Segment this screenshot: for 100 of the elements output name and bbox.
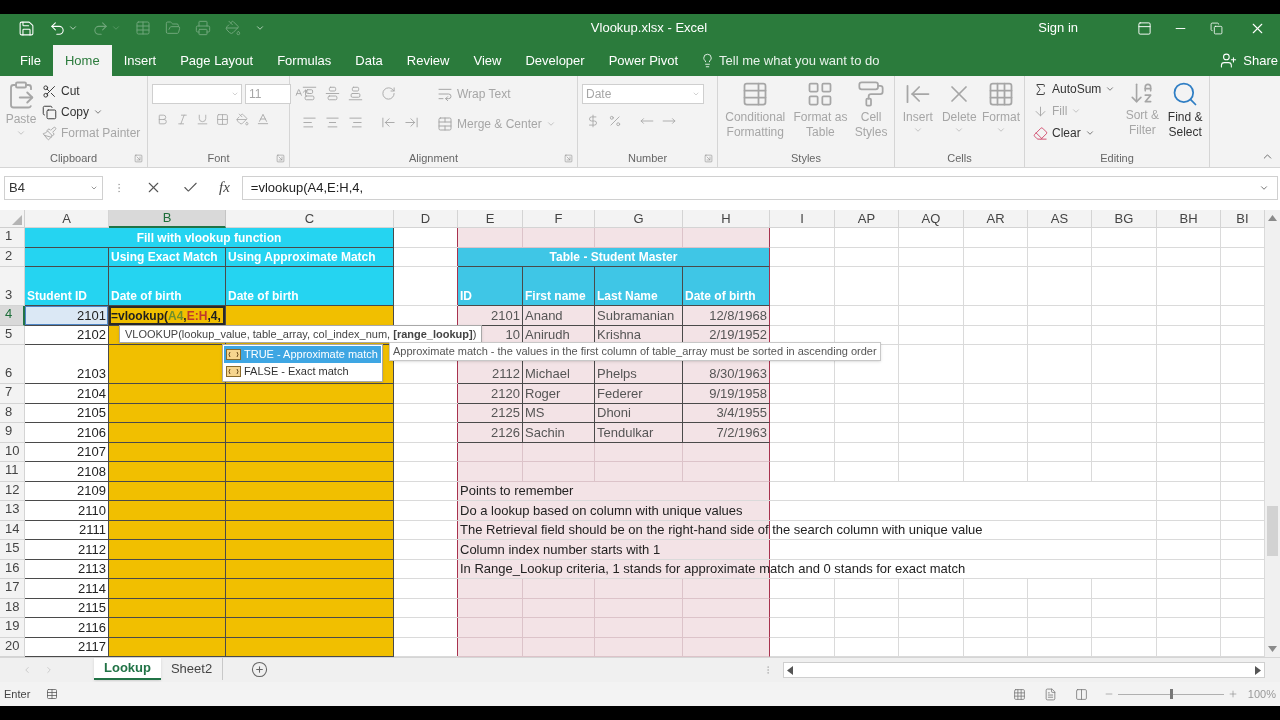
autosum-button[interactable]: AutoSum (1033, 80, 1116, 98)
column-header[interactable]: AR (964, 210, 1028, 228)
row-header[interactable]: 9 (0, 423, 25, 443)
name-box[interactable]: B4 (4, 175, 103, 200)
scissors-icon[interactable] (42, 83, 57, 99)
ribbon-tab[interactable]: Page Layout (168, 45, 266, 76)
caret-icon[interactable] (692, 90, 700, 98)
column-header[interactable]: H (683, 210, 770, 228)
currency-icon[interactable] (586, 114, 600, 128)
ribbon-tab[interactable]: View (461, 45, 514, 76)
share-button[interactable]: Share (1220, 45, 1280, 76)
ribbon-tab[interactable]: Power Pivot (596, 45, 691, 76)
percent-icon[interactable] (608, 114, 622, 128)
paint-bucket-icon[interactable] (225, 20, 241, 36)
scroll-left-icon[interactable] (787, 665, 793, 675)
cell-styles-icon[interactable] (857, 80, 886, 108)
clear-button[interactable]: Clear (1033, 124, 1116, 142)
zoom-slider[interactable] (1117, 689, 1224, 699)
column-header[interactable]: F (523, 210, 595, 228)
save-icon[interactable] (18, 19, 35, 37)
column-header[interactable]: G (595, 210, 683, 228)
align-bottom-icon[interactable] (348, 86, 363, 101)
caret-icon[interactable] (93, 107, 103, 117)
scroll-up-icon[interactable] (1268, 215, 1277, 221)
column-header[interactable]: D (394, 210, 458, 228)
font-color-icon[interactable] (256, 112, 270, 126)
align-left-icon[interactable] (302, 115, 317, 130)
ribbon-tab[interactable]: Insert (111, 45, 169, 76)
scroll-thumb[interactable] (1267, 506, 1278, 556)
add-sheet-icon[interactable] (251, 661, 269, 678)
column-header[interactable]: A (25, 210, 109, 228)
align-top-icon[interactable] (302, 86, 317, 101)
caret-icon[interactable] (954, 125, 965, 135)
row-header[interactable]: 6 (0, 345, 25, 384)
caret-icon[interactable] (912, 125, 923, 135)
borders-icon[interactable] (216, 112, 229, 126)
font-name-field[interactable] (152, 84, 242, 104)
scroll-down-icon[interactable] (1268, 646, 1277, 652)
caret-icon[interactable] (995, 125, 1006, 135)
row-header[interactable]: 19 (0, 618, 25, 638)
merge-icon[interactable] (437, 116, 453, 132)
caret-icon[interactable] (1084, 128, 1095, 138)
undo-icon[interactable] (49, 19, 66, 37)
column-header[interactable]: BG (1092, 210, 1157, 228)
caret-icon[interactable] (111, 23, 121, 33)
increase-indent-icon[interactable] (404, 115, 419, 130)
dialog-launcher-icon[interactable] (134, 154, 143, 163)
sigma-icon[interactable] (1033, 81, 1048, 97)
column-header[interactable]: E (458, 210, 523, 228)
ribbon-tab[interactable]: Review (394, 45, 462, 76)
cell-editor[interactable]: =vlookup(A4,E:H,4, (109, 306, 226, 326)
column-header[interactable]: I (770, 210, 835, 228)
caret-icon[interactable] (1105, 84, 1116, 94)
caret-icon[interactable] (255, 23, 265, 33)
fill-color-icon[interactable] (236, 112, 249, 126)
ribbon-tab[interactable]: Data (343, 45, 395, 76)
row-header[interactable]: 3 (0, 267, 25, 306)
copy-button[interactable]: Copy (42, 103, 141, 121)
redo-icon[interactable] (92, 19, 109, 37)
dialog-launcher-icon[interactable] (564, 154, 573, 163)
align-center-icon[interactable] (325, 115, 340, 130)
cut-button[interactable]: Cut (42, 82, 141, 100)
person-add-icon[interactable] (1220, 52, 1238, 69)
normal-view-icon[interactable] (1012, 687, 1026, 701)
restore-icon[interactable] (1209, 21, 1223, 35)
decrease-indent-icon[interactable] (381, 115, 396, 130)
ribbon-tab[interactable]: Home (52, 45, 112, 76)
column-header[interactable]: AS (1028, 210, 1092, 228)
eraser-icon[interactable] (1033, 125, 1048, 141)
spreadsheet-icon[interactable] (135, 20, 151, 36)
column-header[interactable]: B (109, 210, 226, 228)
column-header[interactable]: AQ (899, 210, 964, 228)
sheet-tab[interactable]: Lookup (94, 658, 161, 680)
orientation-icon[interactable] (381, 86, 396, 101)
zoom-thumb[interactable] (1169, 689, 1173, 699)
ribbon-tab[interactable]: Formulas (265, 45, 344, 76)
next-sheet-icon[interactable] (44, 665, 54, 675)
find-select-button[interactable]: Find & Select (1165, 80, 1205, 149)
align-right-icon[interactable] (348, 115, 363, 130)
row-header[interactable]: 4 (0, 306, 25, 326)
row-header[interactable]: 13 (0, 501, 25, 521)
insert-function-button[interactable]: fx (219, 176, 230, 199)
select-all-corner[interactable] (0, 210, 25, 228)
copy-icon[interactable] (42, 104, 57, 120)
row-header[interactable]: 17 (0, 579, 25, 599)
page-break-icon[interactable] (1074, 687, 1088, 701)
page-layout-icon[interactable] (1043, 687, 1057, 701)
tell-me-field[interactable]: Tell me what you want to do (719, 50, 880, 71)
ribbon-tab[interactable]: Developer (513, 45, 597, 76)
wrap-text-icon[interactable] (437, 86, 453, 102)
caret-icon[interactable] (231, 90, 239, 98)
caret-icon[interactable] (68, 23, 78, 33)
zoom-in-icon[interactable] (1227, 689, 1238, 699)
dialog-launcher-icon[interactable] (276, 154, 285, 163)
scroll-right-icon[interactable] (1255, 665, 1261, 675)
macro-recording-icon[interactable] (46, 688, 59, 700)
ribbon-options-icon[interactable] (1136, 20, 1152, 36)
sign-in-button[interactable]: Sign in (1038, 18, 1078, 38)
previous-sheet-icon[interactable] (22, 665, 32, 675)
sheet-tab[interactable]: Sheet2 (160, 658, 224, 680)
